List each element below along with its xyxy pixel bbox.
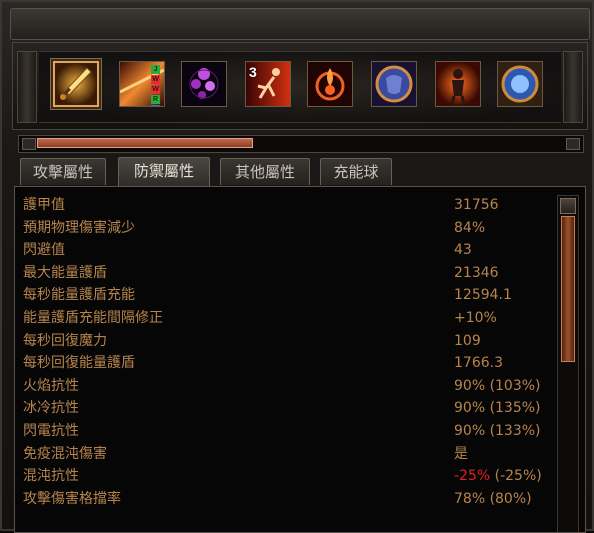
fire-sigil-skill-icon[interactable]	[307, 61, 353, 107]
running-man-skill-icon[interactable]: 3	[245, 61, 291, 107]
stat-value: 90% (103%)	[454, 377, 541, 394]
skill-bar-inner	[39, 51, 561, 123]
character-stats-window: JWWRB 3	[0, 0, 594, 533]
stat-value: 31756	[454, 197, 499, 213]
stat-row: 能量護盾充能間隔修正 +10%	[23, 307, 553, 329]
progress-bar-left-cap	[22, 138, 36, 150]
fire-figure-skill-icon[interactable]	[435, 61, 481, 107]
linked-gems-skill-icon[interactable]: JWWRB	[119, 61, 165, 107]
stat-label: 混沌抗性	[23, 468, 79, 485]
left-ornament	[17, 51, 37, 123]
stat-label: 火焰抗性	[23, 377, 79, 394]
stat-label: 每秒回復魔力	[23, 332, 107, 349]
right-ornament	[563, 51, 583, 123]
progress-bar-right-cap	[566, 138, 580, 150]
scroll-up-button[interactable]	[560, 198, 576, 214]
stat-row: 混沌抗性 -25% (-25%)	[23, 465, 553, 487]
tab-misc[interactable]: 其他屬性	[220, 158, 310, 185]
stat-value: -25% (-25%)	[454, 465, 542, 487]
stat-row: 冰冷抗性 90% (135%)	[23, 397, 553, 419]
gem-link-indicators: JWWRB	[151, 65, 162, 106]
stat-value: 21346	[454, 264, 499, 281]
stat-row: 護甲值 31756	[23, 194, 553, 216]
tab-defense[interactable]: 防禦屬性	[118, 157, 210, 186]
stat-label: 冰冷抗性	[23, 400, 79, 417]
gem-socket-indicator: W	[151, 75, 160, 84]
stat-label: 每秒能量護盾充能	[23, 287, 135, 304]
progress-bar	[18, 135, 584, 153]
scroll-thumb[interactable]	[561, 216, 575, 362]
stat-row: 每秒回復能量護盾 1766.3	[23, 352, 553, 374]
stat-label: 攻擊傷害格擋率	[23, 490, 121, 507]
stat-value: 78% (80%)	[454, 490, 532, 507]
stat-row: 預期物理傷害減少 84%	[23, 217, 553, 239]
tab-offense[interactable]: 攻擊屬性	[20, 158, 106, 185]
stat-row: 每秒回復魔力 109	[23, 330, 553, 352]
stat-value: 109	[454, 332, 481, 349]
scrollbar[interactable]	[557, 195, 579, 532]
stat-value-base: (-25%)	[490, 468, 542, 485]
stat-row: 閃避值 43	[23, 239, 553, 261]
stat-row: 免疫混沌傷害 是	[23, 443, 553, 465]
stat-label: 最大能量護盾	[23, 264, 107, 281]
stat-value: 90% (133%)	[454, 423, 541, 439]
purple-orbs-skill-icon[interactable]	[181, 61, 227, 107]
stat-label: 閃電抗性	[23, 423, 79, 439]
stat-value: 12594.1	[454, 287, 512, 304]
blue-shield-skill-icon[interactable]	[371, 61, 417, 107]
stat-row: 每秒能量護盾充能 12594.1	[23, 284, 553, 306]
stat-value: 是	[454, 445, 468, 462]
skill-stack-count: 3	[249, 64, 257, 80]
stat-label: 預期物理傷害減少	[23, 219, 135, 236]
stat-row: 閃電抗性 90% (133%)	[23, 420, 553, 442]
stat-value: +10%	[454, 310, 497, 326]
gem-socket-indicator: W	[151, 85, 160, 94]
stat-row: 最大能量護盾 21346	[23, 262, 553, 284]
stat-row: 攻擊傷害格擋率 78% (80%)	[23, 488, 553, 510]
stat-value: 43	[454, 242, 472, 259]
gem-socket-indicator: R	[151, 95, 160, 104]
tab-charges[interactable]: 充能球	[320, 158, 392, 185]
stat-label: 能量護盾充能間隔修正	[23, 310, 163, 326]
stat-label: 閃避值	[23, 242, 65, 259]
blue-orb-skill-icon[interactable]	[497, 61, 543, 107]
skill-bar: JWWRB 3	[12, 42, 588, 130]
stat-label: 每秒回復能量護盾	[23, 355, 135, 372]
gem-socket-indicator: J	[151, 65, 160, 74]
stat-label: 免疫混沌傷害	[23, 445, 107, 462]
stat-label: 護甲值	[23, 197, 65, 213]
gem-socket-indicator: B	[151, 105, 160, 106]
stat-value: 84%	[454, 219, 486, 236]
stat-row: 火焰抗性 90% (103%)	[23, 375, 553, 397]
window-header-bar	[10, 8, 590, 40]
stat-value: 1766.3	[454, 355, 503, 372]
stat-value-negative: -25%	[454, 468, 491, 485]
stat-value: 90% (135%)	[454, 400, 541, 417]
defense-stats-panel: 護甲值 31756 預期物理傷害減少 84% 閃避值 43 最大能量護盾 21346 每秒能量護…	[14, 186, 586, 533]
sword-skill-icon[interactable]	[53, 61, 99, 107]
progress-bar-fill	[37, 138, 253, 148]
